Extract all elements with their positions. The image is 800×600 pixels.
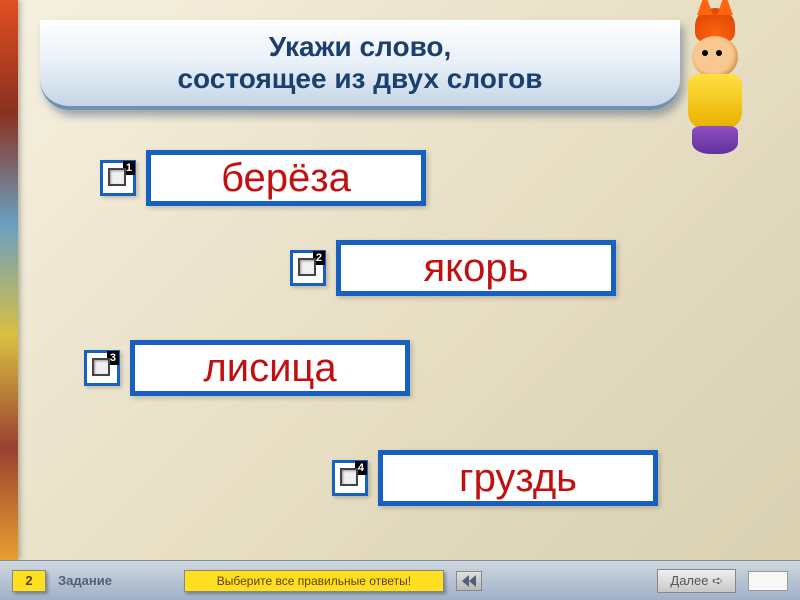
title-banner: Укажи слово, состоящее из двух слогов (40, 20, 680, 110)
word-box-1: берёза (146, 150, 426, 206)
checkbox-4[interactable]: 4 (332, 460, 368, 496)
checkbox-3[interactable]: 3 (84, 350, 120, 386)
progress-box (748, 571, 788, 591)
option-2[interactable]: 2 якорь (290, 240, 616, 296)
word-box-2: якорь (336, 240, 616, 296)
mascot-character (670, 8, 760, 158)
title-line-2: состоящее из двух слогов (177, 63, 542, 95)
word-text: берёза (221, 156, 351, 201)
decorative-left-strip (0, 0, 18, 560)
hint-box: Выберите все правильные ответы! (184, 570, 444, 592)
checkbox-1[interactable]: 1 (100, 160, 136, 196)
option-1[interactable]: 1 берёза (100, 150, 426, 206)
next-label: Далее (670, 573, 708, 588)
word-text: лисица (203, 346, 336, 391)
option-3[interactable]: 3 лисица (84, 340, 410, 396)
title-line-1: Укажи слово, (269, 31, 452, 63)
word-box-3: лисица (130, 340, 410, 396)
task-number-badge: 2 (12, 570, 46, 592)
option-4[interactable]: 4 груздь (332, 450, 658, 506)
word-box-4: груздь (378, 450, 658, 506)
next-button[interactable]: Далее ➪ (657, 569, 736, 593)
footer-bar: 2 Задание Выберите все правильные ответы… (0, 560, 800, 600)
checkbox-2[interactable]: 2 (290, 250, 326, 286)
word-text: якорь (424, 246, 529, 291)
rewind-icon (462, 575, 476, 587)
rewind-button[interactable] (456, 571, 482, 591)
word-text: груздь (459, 456, 577, 501)
task-label: Задание (58, 573, 112, 588)
